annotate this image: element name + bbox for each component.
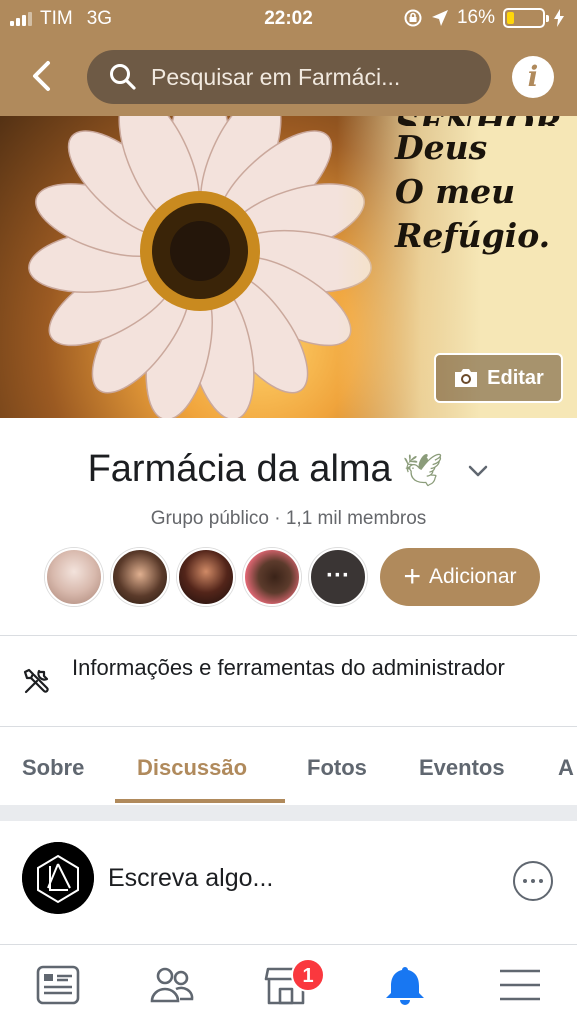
edit-cover-label: Editar [487, 366, 544, 389]
location-icon [431, 10, 448, 26]
marketplace-badge: 1 [291, 958, 325, 992]
battery-icon [503, 8, 549, 28]
more-members-label: ··· [326, 562, 350, 589]
bottom-tab-bar [0, 944, 577, 1024]
admin-tools-row[interactable]: Informações e ferramentas do administrad… [0, 636, 577, 726]
active-tab-indicator [115, 799, 285, 803]
menu-icon[interactable] [496, 963, 544, 1007]
rotation-lock-icon [404, 9, 422, 27]
status-right: 16% [403, 7, 565, 29]
group-name-text: Farmácia da alma [87, 448, 392, 490]
search-icon [110, 64, 136, 90]
cover-quote-line-1: Deus [395, 128, 488, 167]
composer-prompt[interactable]: Escreva algo... [108, 864, 273, 893]
group-title[interactable]: Farmácia da alma 🕊 [0, 448, 577, 491]
group-meta: Grupo público · 1,1 mil membros [150, 508, 427, 529]
search-input[interactable] [151, 63, 471, 91]
dove-emoji: 🕊 [402, 451, 443, 489]
member-avatars: ··· + Adicionar [45, 548, 540, 606]
more-members-avatar[interactable]: ··· [309, 548, 367, 606]
section-separator [0, 805, 577, 821]
post-composer[interactable]: Escreva algo... [0, 821, 577, 941]
groups-icon[interactable] [148, 963, 196, 1007]
tab-eventos[interactable]: Eventos [419, 755, 505, 781]
edit-cover-button[interactable]: Editar [434, 353, 563, 403]
chevron-down-icon[interactable] [467, 464, 489, 478]
plus-icon: + [403, 560, 421, 593]
avatar[interactable] [111, 548, 169, 606]
avatar[interactable] [45, 548, 103, 606]
group-tabs: Sobre Discussão Fotos Eventos A [0, 727, 577, 805]
tab-fotos[interactable]: Fotos [307, 755, 367, 781]
tab-sobre[interactable]: Sobre [22, 755, 84, 781]
notifications-icon[interactable] [381, 963, 429, 1007]
top-bar: TIM 3G 22:02 16% Pesquisar em Farmáci...… [0, 0, 577, 116]
cover-quote: SENHOR Deus O meu Refúgio. [395, 116, 565, 258]
cover-quote-line-2: O meu [395, 172, 516, 211]
my-avatar[interactable] [22, 842, 94, 914]
camera-icon [455, 369, 478, 387]
info-button[interactable]: i [512, 56, 554, 98]
tab-more[interactable]: A [558, 755, 574, 781]
more-dot [523, 879, 527, 883]
add-members-button[interactable]: + Adicionar [380, 548, 540, 606]
more-dot [539, 879, 543, 883]
avatar[interactable] [243, 548, 301, 606]
admin-tools-label: Informações e ferramentas do administrad… [72, 655, 505, 680]
cover-quote-line-3: Refúgio. [395, 216, 551, 255]
back-arrow-icon[interactable] [28, 58, 58, 94]
search-bar[interactable] [87, 50, 491, 104]
more-dot [531, 879, 535, 883]
cover-quote-cropped-line: SENHOR [395, 116, 565, 126]
admin-tools-icon [23, 668, 49, 694]
composer-more-button[interactable] [513, 861, 553, 901]
feed-icon[interactable] [34, 963, 82, 1007]
info-icon: i [527, 60, 539, 93]
tab-discussao[interactable]: Discussão [137, 755, 247, 781]
status-bar: TIM 3G 22:02 16% [0, 0, 577, 38]
avatar[interactable] [177, 548, 235, 606]
add-members-label: Adicionar [428, 565, 517, 588]
battery-percent: 16% [456, 7, 495, 28]
charging-icon [554, 9, 564, 27]
